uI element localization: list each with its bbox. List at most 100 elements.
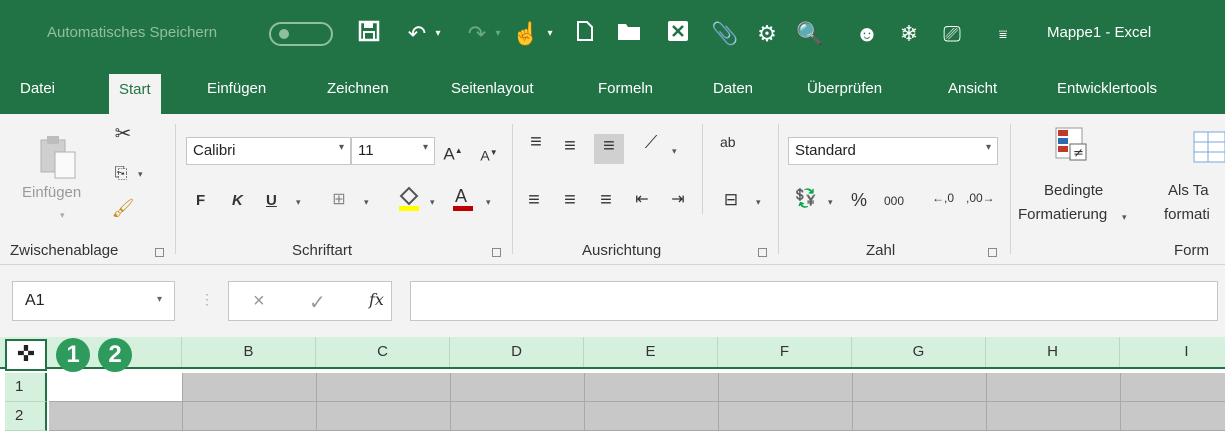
font-name-combo[interactable]: Calibri ▾ bbox=[186, 137, 351, 165]
fill-color-icon[interactable] bbox=[396, 184, 422, 220]
number-format-combo[interactable]: Standard ▾ bbox=[788, 137, 998, 165]
cell-a1[interactable] bbox=[49, 373, 182, 401]
currency-icon[interactable]: 💱 bbox=[792, 186, 820, 210]
align-bottom-icon[interactable]: ≡ bbox=[594, 134, 624, 164]
formula-bar-grip-icon[interactable]: ⋮ bbox=[200, 291, 214, 308]
cancel-icon[interactable]: × bbox=[253, 290, 265, 313]
wrap-text-button[interactable]: ab bbox=[720, 134, 736, 150]
copy-dropdown-icon[interactable]: ▾ bbox=[138, 169, 143, 180]
column-header-b[interactable]: B bbox=[182, 337, 316, 367]
paste-icon[interactable] bbox=[36, 132, 80, 180]
save-icon[interactable] bbox=[356, 20, 382, 48]
borders-icon[interactable]: ⊞ bbox=[328, 188, 350, 212]
paste-label[interactable]: Einfügen bbox=[22, 184, 81, 201]
increase-indent-icon[interactable]: ⇥ bbox=[666, 188, 690, 212]
open-folder-icon[interactable] bbox=[614, 20, 644, 48]
gridline bbox=[182, 373, 183, 402]
select-all-button[interactable]: ✜ bbox=[5, 339, 47, 371]
snowflake-icon[interactable]: ❄ bbox=[894, 20, 924, 48]
decrease-decimal-icon[interactable]: ,00→ bbox=[966, 186, 995, 210]
camera-icon[interactable]: ⚙ bbox=[752, 20, 782, 48]
alignment-launcher-icon[interactable] bbox=[758, 248, 767, 257]
column-header-d[interactable]: D bbox=[450, 337, 584, 367]
undo-dropdown-icon[interactable]: ▾ bbox=[432, 20, 444, 48]
align-right-icon[interactable]: ≡ bbox=[594, 188, 618, 212]
currency-dropdown-icon[interactable]: ▾ bbox=[828, 197, 833, 208]
customize-icon[interactable]: ⩸ bbox=[994, 20, 1012, 48]
enter-icon[interactable]: ✓ bbox=[309, 290, 326, 315]
align-middle-icon[interactable]: ≡ bbox=[558, 134, 582, 158]
tab-einfuegen[interactable]: Einfügen bbox=[207, 80, 266, 97]
tab-formeln[interactable]: Formeln bbox=[598, 80, 653, 97]
insert-function-icon[interactable]: fx bbox=[369, 290, 384, 309]
align-left-icon[interactable]: ≡ bbox=[522, 188, 546, 212]
font-size-combo[interactable]: 11 ▾ bbox=[351, 137, 435, 165]
conditional-formatting-icon[interactable]: ≠ bbox=[1052, 124, 1092, 174]
conditional-formatting-label-2[interactable]: Formatierung bbox=[1018, 206, 1107, 223]
device-icon[interactable]: ⎚ bbox=[938, 20, 966, 48]
tab-start[interactable]: Start bbox=[109, 74, 161, 114]
svg-text:A: A bbox=[455, 186, 467, 206]
row-header-2[interactable]: 2 bbox=[5, 402, 47, 431]
tab-daten[interactable]: Daten bbox=[713, 80, 753, 97]
tab-entwicklertools[interactable]: Entwicklertools bbox=[1057, 80, 1157, 97]
merge-dropdown-icon[interactable]: ▾ bbox=[756, 197, 761, 208]
new-file-icon[interactable] bbox=[572, 20, 598, 48]
touch-dropdown-icon[interactable]: ▾ bbox=[544, 20, 556, 48]
format-painter-icon[interactable]: 🖌 bbox=[110, 196, 136, 220]
clipboard-launcher-icon[interactable] bbox=[155, 248, 164, 257]
number-launcher-icon[interactable] bbox=[988, 248, 997, 257]
italic-button[interactable]: K bbox=[232, 192, 243, 209]
cut-icon[interactable]: ✂ bbox=[110, 122, 136, 146]
column-header-i[interactable]: I bbox=[1120, 337, 1225, 367]
shrink-font-icon[interactable]: A▼ bbox=[478, 141, 500, 168]
formula-input[interactable] bbox=[410, 281, 1218, 321]
fill-dropdown-icon[interactable]: ▾ bbox=[430, 197, 435, 208]
table-row[interactable] bbox=[49, 373, 1225, 402]
orientation-dropdown-icon[interactable]: ▾ bbox=[672, 146, 677, 157]
underline-dropdown-icon[interactable]: ▾ bbox=[296, 197, 301, 208]
table-row[interactable] bbox=[49, 402, 1225, 431]
font-color-dropdown-icon[interactable]: ▾ bbox=[486, 197, 491, 208]
copy-icon[interactable]: ⎘ bbox=[108, 162, 134, 186]
tab-zeichnen[interactable]: Zeichnen bbox=[327, 80, 389, 97]
smiley-icon[interactable]: ☻ bbox=[852, 20, 882, 48]
column-header-h[interactable]: H bbox=[986, 337, 1120, 367]
excel-close-icon[interactable] bbox=[664, 20, 692, 48]
column-header-g[interactable]: G bbox=[852, 337, 986, 367]
font-color-icon[interactable]: A bbox=[450, 184, 476, 218]
format-as-table-icon[interactable] bbox=[1188, 126, 1225, 170]
conditional-dropdown-icon[interactable]: ▾ bbox=[1122, 212, 1127, 223]
tab-seitenlayout[interactable]: Seitenlayout bbox=[451, 80, 534, 97]
format-as-table-label[interactable]: Als Ta bbox=[1168, 182, 1209, 199]
name-box[interactable]: A1 ▾ bbox=[12, 281, 175, 321]
align-top-icon[interactable]: ≡ bbox=[524, 130, 548, 154]
increase-decimal-icon[interactable]: ←,0 bbox=[930, 186, 956, 210]
tab-ansicht[interactable]: Ansicht bbox=[948, 80, 997, 97]
column-header-e[interactable]: E bbox=[584, 337, 718, 367]
touch-mode-icon[interactable]: ☝ bbox=[512, 20, 539, 48]
underline-button[interactable]: U bbox=[266, 192, 277, 209]
font-launcher-icon[interactable] bbox=[492, 248, 501, 257]
orientation-icon[interactable]: ⟋ bbox=[636, 130, 666, 154]
percent-button[interactable]: % bbox=[851, 190, 867, 211]
column-header-f[interactable]: F bbox=[718, 337, 852, 367]
bold-button[interactable]: F bbox=[196, 192, 205, 209]
paste-dropdown-icon[interactable]: ▾ bbox=[60, 210, 65, 221]
borders-dropdown-icon[interactable]: ▾ bbox=[364, 197, 369, 208]
column-header-c[interactable]: C bbox=[316, 337, 450, 367]
merge-cells-icon[interactable]: ⊟ bbox=[718, 188, 744, 212]
attach-icon[interactable]: 📎 bbox=[710, 20, 740, 48]
print-preview-icon[interactable]: 🔍 bbox=[795, 20, 825, 48]
format-as-table-label-2[interactable]: formati bbox=[1164, 206, 1210, 223]
autosave-toggle[interactable] bbox=[269, 22, 333, 46]
align-center-icon[interactable]: ≡ bbox=[558, 188, 582, 212]
thousands-button[interactable]: 000 bbox=[884, 194, 904, 208]
grow-font-icon[interactable]: A▲ bbox=[442, 139, 464, 167]
decrease-indent-icon[interactable]: ⇤ bbox=[630, 188, 654, 212]
conditional-formatting-label[interactable]: Bedingte bbox=[1044, 182, 1103, 199]
undo-icon[interactable]: ↶ bbox=[402, 20, 432, 48]
row-header-1[interactable]: 1 bbox=[5, 373, 47, 402]
tab-datei[interactable]: Datei bbox=[20, 80, 55, 97]
tab-ueberpruefen[interactable]: Überprüfen bbox=[807, 80, 882, 97]
